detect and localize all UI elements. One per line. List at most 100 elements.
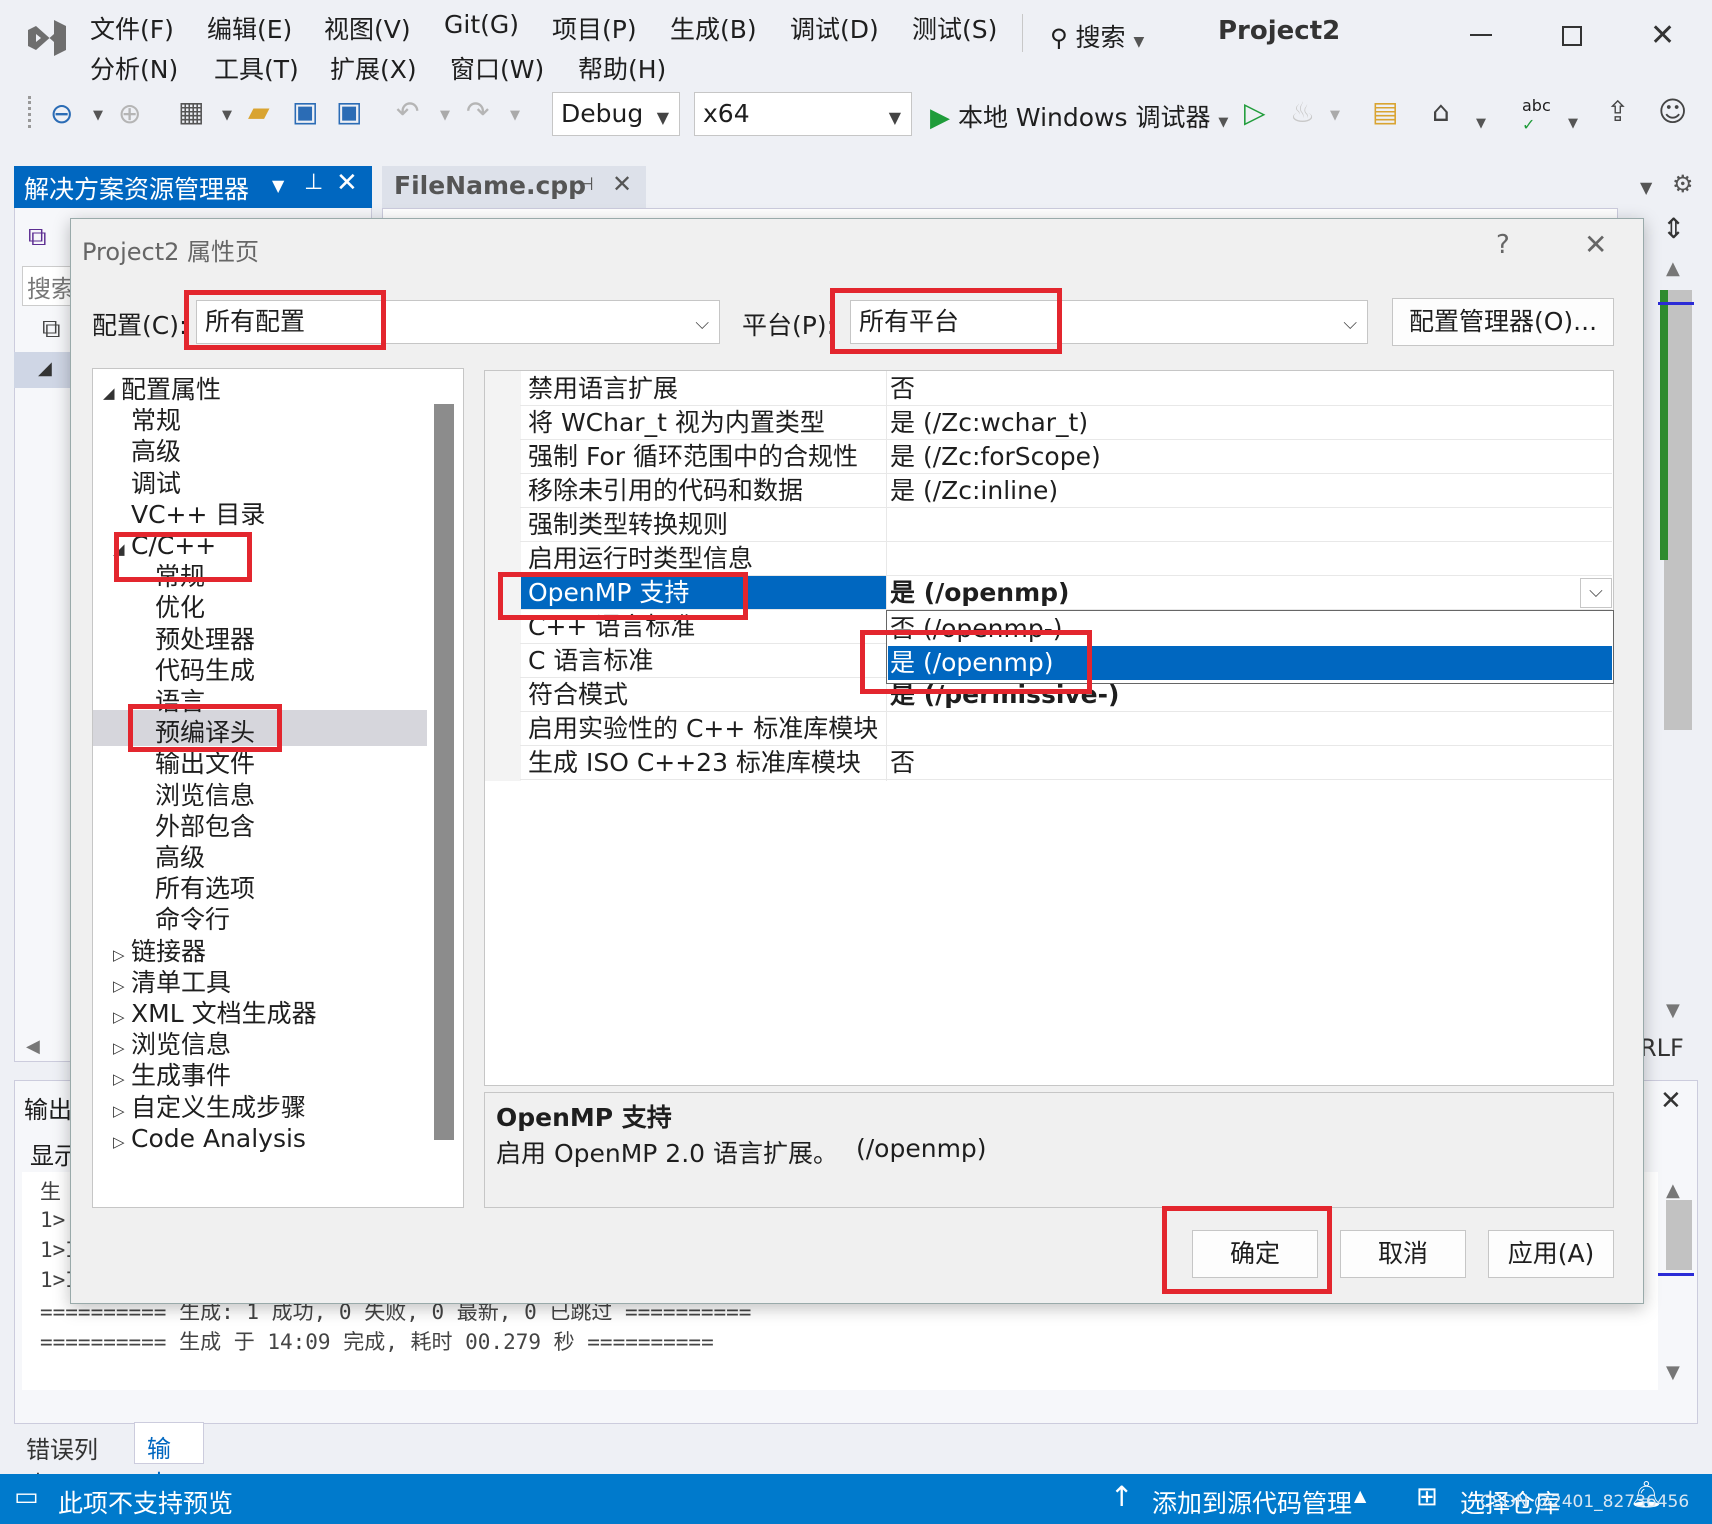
menu-project[interactable]: 项目(P) <box>552 10 637 46</box>
find-in-files-icon[interactable]: ▤ <box>1372 98 1398 126</box>
maximize-button[interactable] <box>1562 26 1582 46</box>
tree-item[interactable]: 优化 <box>155 591 205 625</box>
tab-filename-cpp[interactable]: FileName.cpp ⊣ ✕ <box>382 166 646 208</box>
menu-window[interactable]: 窗口(W) <box>450 50 544 86</box>
help-button[interactable]: ? <box>1496 230 1510 260</box>
menu-tools[interactable]: 工具(T) <box>214 50 299 86</box>
config-select[interactable]: Debug ▼ <box>552 92 680 136</box>
dialog-config-select[interactable]: 所有配置 ⌵ <box>196 300 720 344</box>
property-value[interactable]: 是 (/Zc:inline) <box>890 474 1058 508</box>
property-name[interactable]: C++ 语言标准 <box>528 610 695 644</box>
apply-button[interactable]: 应用(A) <box>1488 1230 1614 1278</box>
chevron-up-icon[interactable]: ▲ <box>1354 1486 1366 1505</box>
arrow-up-icon[interactable]: ↑ <box>1110 1480 1133 1513</box>
solution-hscroll-left-icon[interactable]: ◀ <box>26 1036 40 1057</box>
tab-error-list[interactable]: 错误列表 <box>14 1424 132 1499</box>
gear-icon[interactable]: ⚙ <box>1672 170 1694 198</box>
start-debug-button[interactable]: ▶ 本地 Windows 调试器 ▼ <box>930 98 1228 134</box>
new-dropdown-icon[interactable]: ▼ <box>222 108 232 123</box>
layout-icon[interactable]: ⌂ <box>1432 98 1450 126</box>
layout-dropdown-icon[interactable]: ▼ <box>1476 116 1486 131</box>
tree-item[interactable]: 高级 <box>113 435 181 469</box>
property-value[interactable]: 是 (/Zc:wchar_t) <box>890 406 1088 440</box>
close-icon[interactable]: ✕ <box>336 168 358 198</box>
property-name[interactable]: C 语言标准 <box>528 644 653 678</box>
menu-view[interactable]: 视图(V) <box>324 10 411 46</box>
pin-icon[interactable]: ⊥ <box>304 170 323 195</box>
tree-item[interactable]: 所有选项 <box>155 872 255 906</box>
tree-item[interactable]: VC++ 目录 <box>113 498 265 532</box>
property-name[interactable]: 强制 For 循环范围中的合规性 <box>528 440 858 474</box>
tree-item[interactable]: 高级 <box>155 841 205 875</box>
menu-git[interactable]: Git(G) <box>444 10 519 39</box>
property-name[interactable]: 启用实验性的 C++ 标准库模块 <box>528 712 878 746</box>
redo-dropdown-icon[interactable]: ▼ <box>510 108 520 123</box>
tab-output[interactable]: 输出 <box>134 1422 204 1498</box>
hot-reload-dropdown-icon[interactable]: ▼ <box>1330 108 1340 123</box>
ok-button[interactable]: 确定 <box>1192 1230 1318 1278</box>
property-name[interactable]: OpenMP 支持 <box>528 576 689 610</box>
tree-item[interactable]: 命令行 <box>155 903 230 937</box>
menu-file[interactable]: 文件(F) <box>90 10 174 46</box>
undo-icon[interactable]: ↶ <box>396 98 419 126</box>
property-name[interactable]: 生成 ISO C++23 标准库模块 <box>528 746 861 780</box>
property-name[interactable]: 禁用语言扩展 <box>528 372 678 406</box>
dialog-close-button[interactable]: ✕ <box>1584 228 1607 261</box>
tree-item[interactable]: 输出文件 <box>155 747 255 781</box>
output-scroll-up-icon[interactable]: ▲ <box>1666 1180 1680 1201</box>
search-button[interactable]: ⚲ 搜索 ▼ <box>1050 18 1144 54</box>
openmp-dropdown-arrow[interactable]: ⌵ <box>1580 578 1612 608</box>
property-name[interactable]: 符合模式 <box>528 678 628 712</box>
save-icon[interactable]: ▣ <box>292 98 318 126</box>
tree-item[interactable]: ▷ Code Analysis <box>113 1122 306 1159</box>
tree-item[interactable]: 代码生成 <box>155 654 255 688</box>
property-value[interactable]: 否 <box>890 372 915 406</box>
output-vscroll[interactable] <box>1666 1200 1692 1270</box>
output-scroll-down-icon[interactable]: ▼ <box>1666 1362 1680 1383</box>
undo-dropdown-icon[interactable]: ▼ <box>440 108 450 123</box>
property-value[interactable]: 是 (/openmp) <box>890 576 1069 610</box>
pin-icon[interactable]: ⊣ <box>578 174 594 195</box>
collapse-icon[interactable]: ◢ <box>113 532 131 566</box>
back-icon[interactable]: ⊖ <box>50 100 73 128</box>
open-folder-icon[interactable]: ▰ <box>248 98 270 126</box>
expand-icon[interactable]: ▷ <box>113 1125 131 1159</box>
output-close-icon[interactable]: ✕ <box>1660 1086 1682 1116</box>
split-editor-icon[interactable]: ⇕ <box>1662 212 1685 245</box>
tree-item[interactable]: 浏览信息 <box>155 779 255 813</box>
menu-extensions[interactable]: 扩展(X) <box>330 50 417 86</box>
property-name[interactable]: 启用运行时类型信息 <box>528 542 753 576</box>
menu-analyze[interactable]: 分析(N) <box>90 50 178 86</box>
tree-item[interactable]: 外部包含 <box>155 810 255 844</box>
spellcheck-dropdown-icon[interactable]: ▼ <box>1568 116 1578 131</box>
chevron-down-icon[interactable]: ▼ <box>272 176 284 195</box>
redo-icon[interactable]: ↷ <box>466 98 489 126</box>
expand-icon[interactable]: ◢ <box>38 358 52 379</box>
forward-icon[interactable]: ⊕ <box>118 100 141 128</box>
tree-item[interactable]: 常规 <box>113 404 181 438</box>
platform-select[interactable]: x64 ▼ <box>694 92 912 136</box>
tree-item[interactable]: 预编译头 <box>155 716 255 750</box>
property-name[interactable]: 强制类型转换规则 <box>528 508 728 542</box>
tree-item[interactable]: 语言 <box>155 685 205 719</box>
tree-scrollbar[interactable] <box>434 404 454 1140</box>
dropdown-option-openmp-on[interactable]: 是 (/openmp) <box>888 646 1612 680</box>
property-value[interactable]: 是 (/Zc:forScope) <box>890 440 1101 474</box>
editor-scroll-down-icon[interactable]: ▼ <box>1666 1000 1680 1021</box>
line-ending-label[interactable]: RLF <box>1640 1034 1684 1062</box>
minimize-button[interactable] <box>1470 34 1492 36</box>
dialog-platform-select[interactable]: 所有平台 ⌵ <box>850 300 1368 344</box>
solution-explorer-header[interactable]: 解决方案资源管理器 ▼ ⊥ ✕ <box>14 166 372 208</box>
property-name[interactable]: 将 WChar_t 视为内置类型 <box>528 406 825 440</box>
menu-debug[interactable]: 调试(D) <box>790 10 879 46</box>
new-project-icon[interactable]: ▦ <box>178 98 204 126</box>
dropdown-option-openmp-off[interactable]: 否 (/openmp-) <box>888 612 1612 646</box>
menu-build[interactable]: 生成(B) <box>670 10 757 46</box>
repo-icon[interactable]: ⊞ <box>1416 1482 1438 1512</box>
add-to-source-control[interactable]: 添加到源代码管理 <box>1152 1484 1352 1520</box>
hot-reload-icon[interactable]: ♨ <box>1290 96 1315 129</box>
config-manager-button[interactable]: 配置管理器(O)... <box>1392 298 1614 346</box>
menu-help[interactable]: 帮助(H) <box>578 50 666 86</box>
editor-scroll-up-icon[interactable]: ▲ <box>1666 258 1680 279</box>
save-all-icon[interactable]: ▣ <box>336 98 362 126</box>
